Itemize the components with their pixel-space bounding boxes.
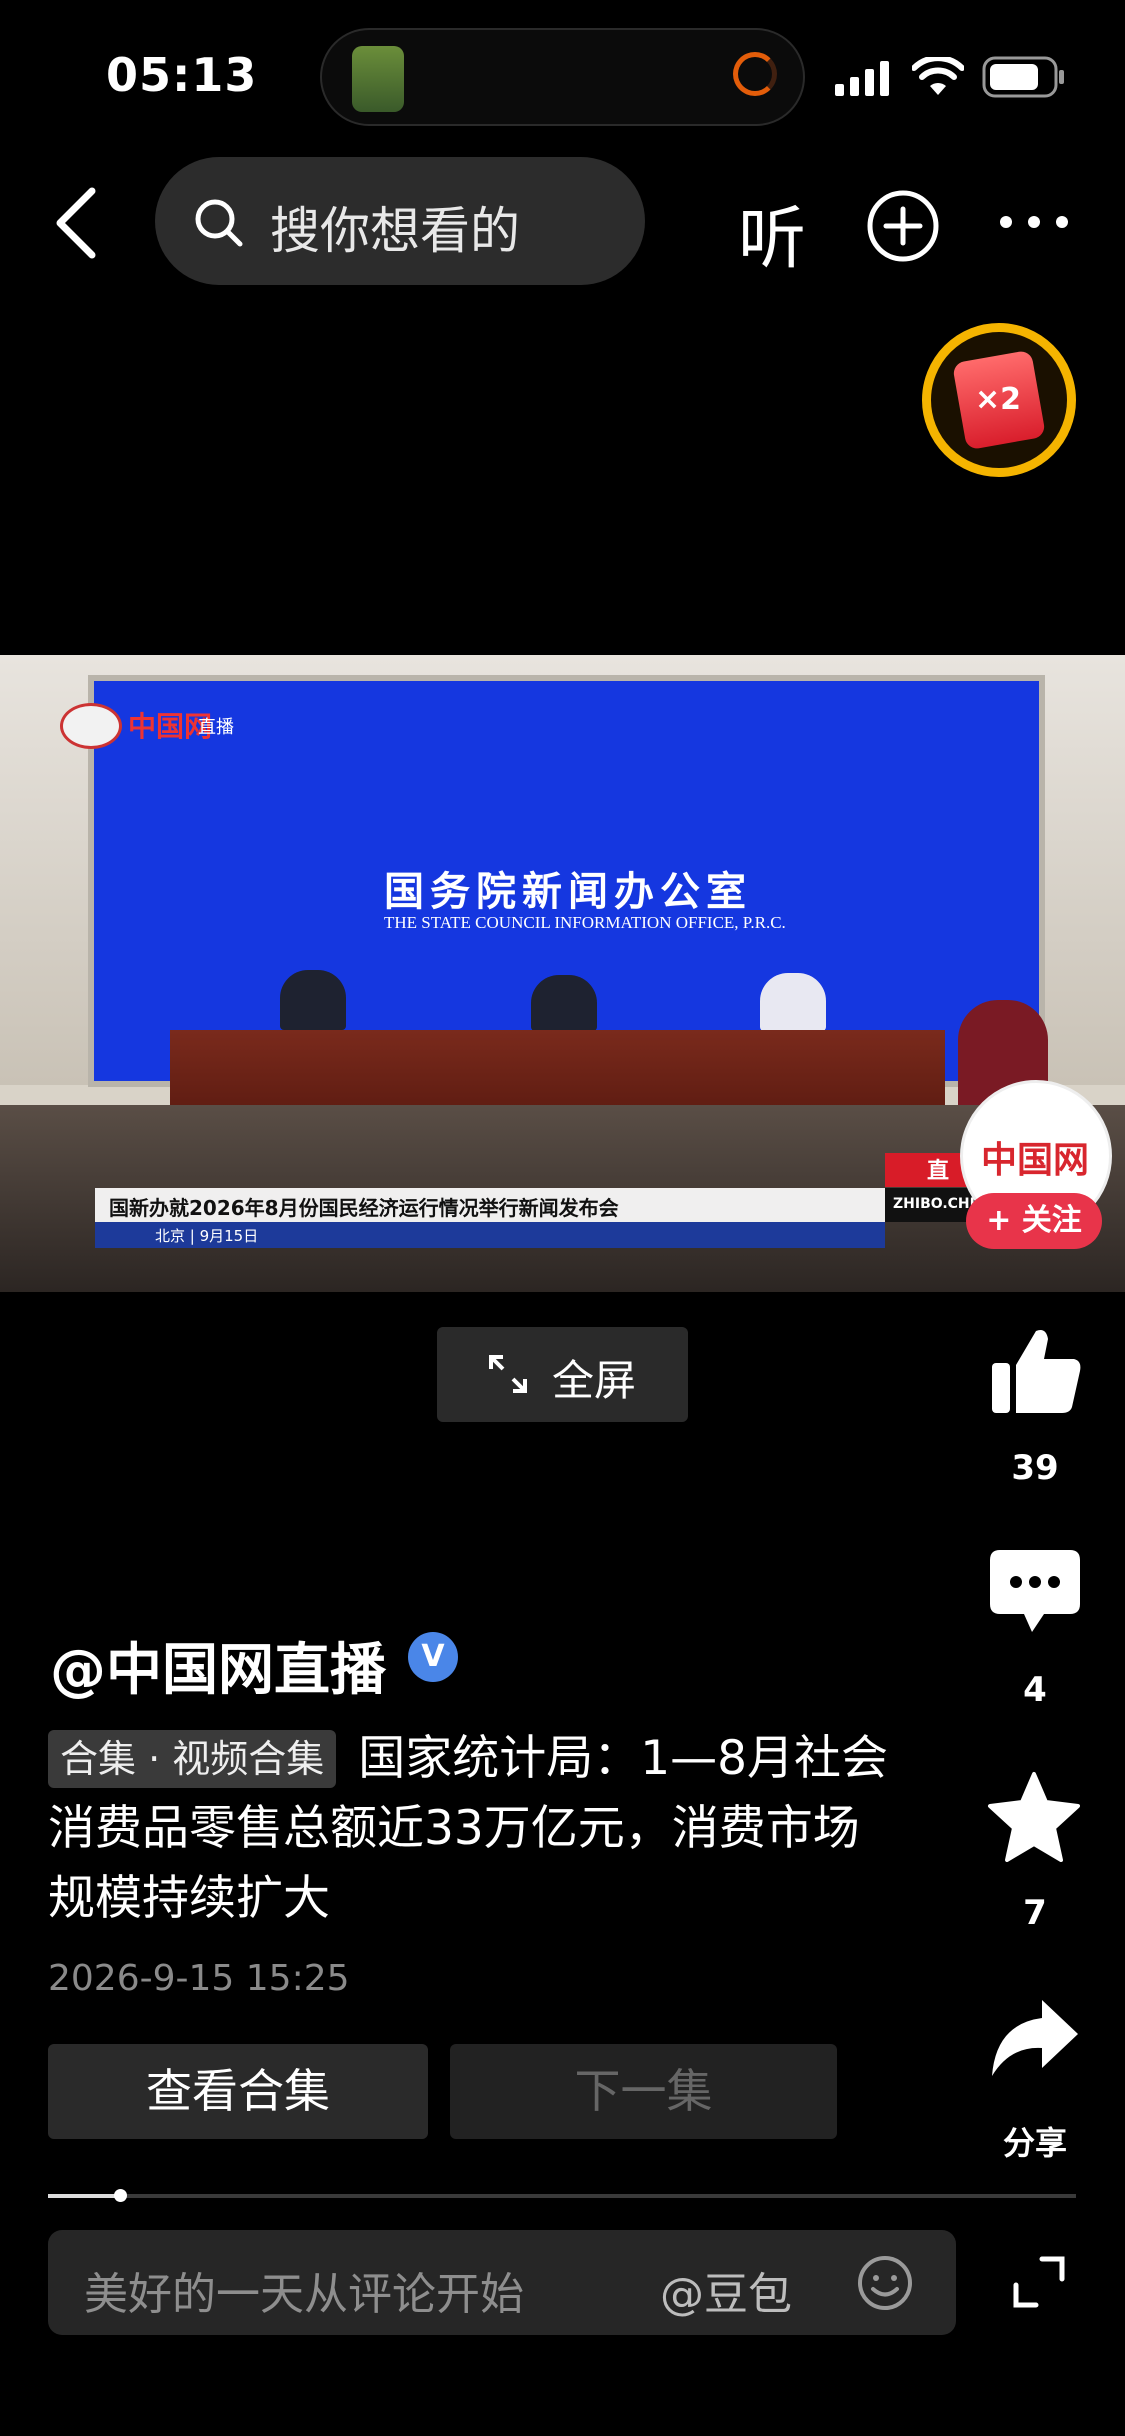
video-player[interactable]: 国务院新闻办公室 THE STATE COUNCIL INFORMATION O… xyxy=(0,655,1125,1292)
cellular-signal-icon xyxy=(835,61,889,96)
speaker-center xyxy=(531,975,597,1031)
search-placeholder: 搜你想看的 xyxy=(270,202,520,260)
follow-button[interactable]: + 关注 xyxy=(966,1193,1102,1249)
dynamic-island[interactable] xyxy=(320,28,805,126)
reward-badge[interactable]: ×2 xyxy=(922,323,1076,477)
wifi-icon xyxy=(912,57,964,95)
cicc-logo xyxy=(60,703,122,749)
reward-multiplier: ×2 xyxy=(975,382,1022,417)
video-progress-track[interactable] xyxy=(48,2194,1076,2198)
backdrop-title-en: THE STATE COUNCIL INFORMATION OFFICE, P.… xyxy=(384,913,786,932)
collection-tag[interactable]: 合集 · 视频合集 xyxy=(48,1730,337,1788)
search-bar[interactable]: 搜你想看的 xyxy=(155,157,645,285)
next-episode-button[interactable]: 下一集 xyxy=(450,2044,837,2139)
avatar-logo-text: 中国网 xyxy=(981,1140,1090,1181)
like-icon[interactable] xyxy=(988,1325,1084,1417)
like-count: 39 xyxy=(1011,1448,1059,1488)
more-icon[interactable] xyxy=(998,212,1070,232)
speaker-right xyxy=(760,973,826,1031)
comment-input[interactable]: 美好的一天从评论开始 @豆包 xyxy=(48,2230,956,2335)
expand-comments-icon[interactable] xyxy=(1012,2255,1066,2309)
fullscreen-label: 全屏 xyxy=(552,1356,637,1405)
verified-badge: V xyxy=(408,1632,458,1682)
fullscreen-button[interactable]: 全屏 xyxy=(437,1327,688,1422)
video-progress-handle[interactable] xyxy=(114,2189,127,2202)
channel-logo-sub: 直播 xyxy=(198,717,234,738)
video-progress-fill xyxy=(48,2194,118,2198)
expand-icon xyxy=(489,1355,527,1393)
emoji-icon[interactable] xyxy=(856,2254,914,2312)
news-caption-sub-bar: 北京 | 9月15日 xyxy=(95,1222,885,1248)
author-name[interactable]: @中国网直播 xyxy=(50,1625,386,1706)
status-time: 05:13 xyxy=(106,48,258,102)
comment-icon[interactable] xyxy=(988,1548,1082,1634)
backdrop-title-cn: 国务院新闻办公室 xyxy=(384,868,752,915)
island-thumbnail xyxy=(352,46,404,112)
favorite-count: 7 xyxy=(1023,1893,1047,1933)
speaker-left xyxy=(280,970,346,1030)
news-caption-sub: 北京 | 9月15日 xyxy=(155,1227,259,1245)
island-progress-ring xyxy=(733,52,777,96)
comment-placeholder: 美好的一天从评论开始 xyxy=(84,2269,524,2320)
share-icon[interactable] xyxy=(986,1996,1082,2080)
post-description: 合集 · 视频合集 国家统计局：1—8月社会消费品零售总额近33万亿元，消费市场规… xyxy=(48,1724,898,1934)
add-icon[interactable] xyxy=(866,189,940,263)
favorite-star-icon[interactable] xyxy=(986,1770,1082,1862)
listen-button[interactable]: 听 xyxy=(738,183,806,282)
search-icon xyxy=(195,199,243,247)
comment-count: 4 xyxy=(1023,1670,1047,1710)
battery-icon xyxy=(982,56,1064,98)
news-caption: 国新办就2026年8月份国民经济运行情况举行新闻发布会 xyxy=(109,1196,619,1220)
share-label[interactable]: 分享 xyxy=(975,2118,1095,2164)
back-icon[interactable] xyxy=(50,185,100,261)
news-caption-bar: 国新办就2026年8月份国民经济运行情况举行新闻发布会 xyxy=(95,1188,885,1222)
mention-doubao[interactable]: @豆包 xyxy=(660,2258,792,2322)
view-collection-button[interactable]: 查看合集 xyxy=(48,2044,428,2139)
post-date: 2026-9-15 15:25 xyxy=(48,1958,350,1999)
